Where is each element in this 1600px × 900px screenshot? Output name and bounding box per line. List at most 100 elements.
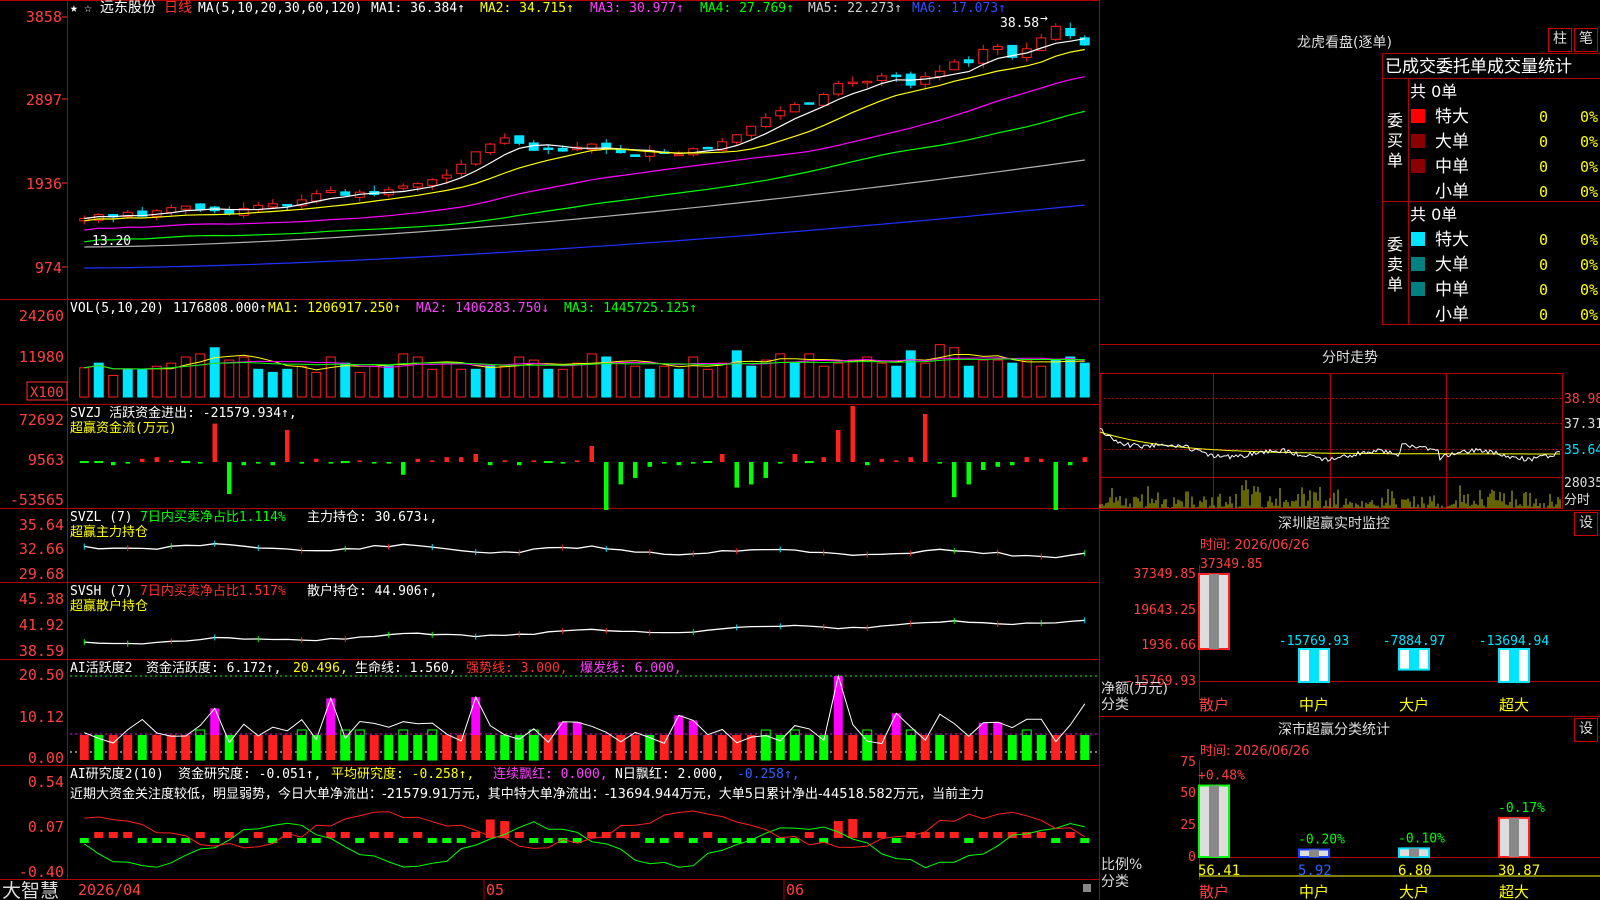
volume-bar xyxy=(789,362,800,398)
research-bar xyxy=(645,838,655,843)
candle[interactable] xyxy=(514,135,525,146)
ma1-line xyxy=(84,38,1085,220)
candle[interactable] xyxy=(354,189,365,202)
monitor-settings-button[interactable]: 设 xyxy=(1574,512,1598,536)
bar-view-button[interactable]: 柱 xyxy=(1548,28,1572,52)
candle[interactable] xyxy=(485,142,496,155)
candle[interactable] xyxy=(630,154,641,157)
ai2-seg2: 20.496, xyxy=(293,661,348,676)
candle[interactable] xyxy=(340,189,351,196)
intraday-tick-3: 35.64 xyxy=(1564,443,1600,458)
tick-view-button[interactable]: 笔 xyxy=(1574,28,1598,52)
candle[interactable] xyxy=(456,159,467,178)
candle[interactable] xyxy=(746,125,757,140)
volume-bar xyxy=(891,365,902,398)
candle[interactable] xyxy=(369,185,380,197)
monitor-x-label: 分类 xyxy=(1101,697,1129,713)
candle[interactable] xyxy=(572,141,583,152)
candle[interactable] xyxy=(934,65,945,81)
dragon-tabs[interactable]: 已成交委托单成交量统计 xyxy=(1385,57,1572,77)
candle[interactable] xyxy=(543,145,554,155)
air-seg4: N日飘红: 2.000, xyxy=(615,766,724,782)
stock-name[interactable]: 远东股份 xyxy=(100,0,156,16)
volume-bar xyxy=(862,356,873,398)
buy-row-value: 0 xyxy=(1539,183,1548,201)
high-price-label: 38.58 xyxy=(1000,16,1039,31)
vol-ma2: MA2: 1406283.750↓ xyxy=(416,301,549,316)
flow-bar xyxy=(444,457,449,462)
candle[interactable] xyxy=(992,43,1003,56)
sell-row-value: 0 xyxy=(1539,281,1548,299)
research-bar xyxy=(340,832,350,838)
svzl-label: SVZL (7) xyxy=(70,510,133,525)
ma3-value: MA3: 30.977↑ xyxy=(590,1,684,16)
buy-row-value: 0 xyxy=(1539,158,1548,176)
main-holding-line xyxy=(84,543,1085,559)
candle[interactable] xyxy=(949,59,960,71)
air-tick-1: 0.54 xyxy=(28,773,64,791)
stats-title: 深市超赢分类统计 xyxy=(1278,721,1390,738)
lock-icon[interactable] xyxy=(1083,884,1091,892)
candle[interactable] xyxy=(1065,22,1076,39)
main-chart-area[interactable]: 3858 2897 1936 974 ★ ☆ 远东股份 日线 MA(5,10,2… xyxy=(0,0,1600,900)
ma5-value: MA5: 22.273↑ xyxy=(808,1,902,16)
activity-bar xyxy=(558,721,568,735)
candle[interactable] xyxy=(818,92,829,106)
flow-bar xyxy=(459,457,464,462)
candle[interactable] xyxy=(253,201,264,212)
candle[interactable] xyxy=(920,71,931,90)
volume-bar xyxy=(180,356,191,398)
research-bar xyxy=(703,832,713,838)
candle[interactable] xyxy=(833,80,844,97)
candle[interactable] xyxy=(1050,23,1061,42)
candle[interactable] xyxy=(296,194,307,209)
favorite-star-icon[interactable]: ★ xyxy=(70,1,78,16)
activity-bar xyxy=(891,735,901,760)
candle[interactable] xyxy=(804,102,815,105)
air-seg3: 连续飘红: 0.000, xyxy=(493,766,608,782)
candle[interactable] xyxy=(398,183,409,191)
flow-bar xyxy=(181,461,191,463)
candle[interactable] xyxy=(325,186,336,194)
candle[interactable] xyxy=(601,139,612,155)
flow-bar xyxy=(299,462,304,464)
flow-bar xyxy=(285,430,290,462)
candle[interactable] xyxy=(427,178,438,191)
flow-bar xyxy=(778,462,783,464)
candle[interactable] xyxy=(731,134,742,146)
svzl-sub: 超赢主力持仓 xyxy=(70,524,148,540)
candle[interactable] xyxy=(847,76,858,87)
candle[interactable] xyxy=(93,213,104,224)
candle[interactable] xyxy=(702,146,713,150)
candle[interactable] xyxy=(775,106,786,120)
flow-bar xyxy=(270,462,275,466)
period-label[interactable]: 日线 xyxy=(164,0,192,16)
stats-settings-button[interactable]: 设 xyxy=(1574,718,1598,742)
volume-bar xyxy=(427,368,438,398)
candle[interactable] xyxy=(1007,44,1018,60)
candle[interactable] xyxy=(644,145,655,162)
candle[interactable] xyxy=(499,133,510,145)
candle[interactable] xyxy=(760,113,771,129)
candle[interactable] xyxy=(470,151,481,167)
candle[interactable] xyxy=(1079,35,1090,47)
candle[interactable] xyxy=(789,102,800,113)
volume-bar xyxy=(1036,365,1047,398)
flow-bar xyxy=(981,462,986,470)
fund-flow-bars xyxy=(79,406,1087,510)
candle[interactable] xyxy=(862,80,873,89)
stats-tick-3: 25 xyxy=(1180,818,1196,833)
candle[interactable] xyxy=(122,209,133,219)
research-bar xyxy=(993,832,1003,838)
research-bar xyxy=(732,838,742,843)
monitor-bar xyxy=(1198,573,1230,650)
research-bar xyxy=(674,832,684,838)
candlestick-chart[interactable] xyxy=(79,22,1090,269)
vol-unit[interactable]: X100 xyxy=(30,385,64,401)
vol-label: VOL(5,10,20) xyxy=(70,301,164,316)
flow-bar xyxy=(676,462,681,466)
activity-bar xyxy=(688,720,698,735)
sell-row-label: 小单 xyxy=(1435,305,1469,325)
candle[interactable] xyxy=(963,56,974,67)
favorite-outline-star-icon[interactable]: ☆ xyxy=(84,1,92,16)
